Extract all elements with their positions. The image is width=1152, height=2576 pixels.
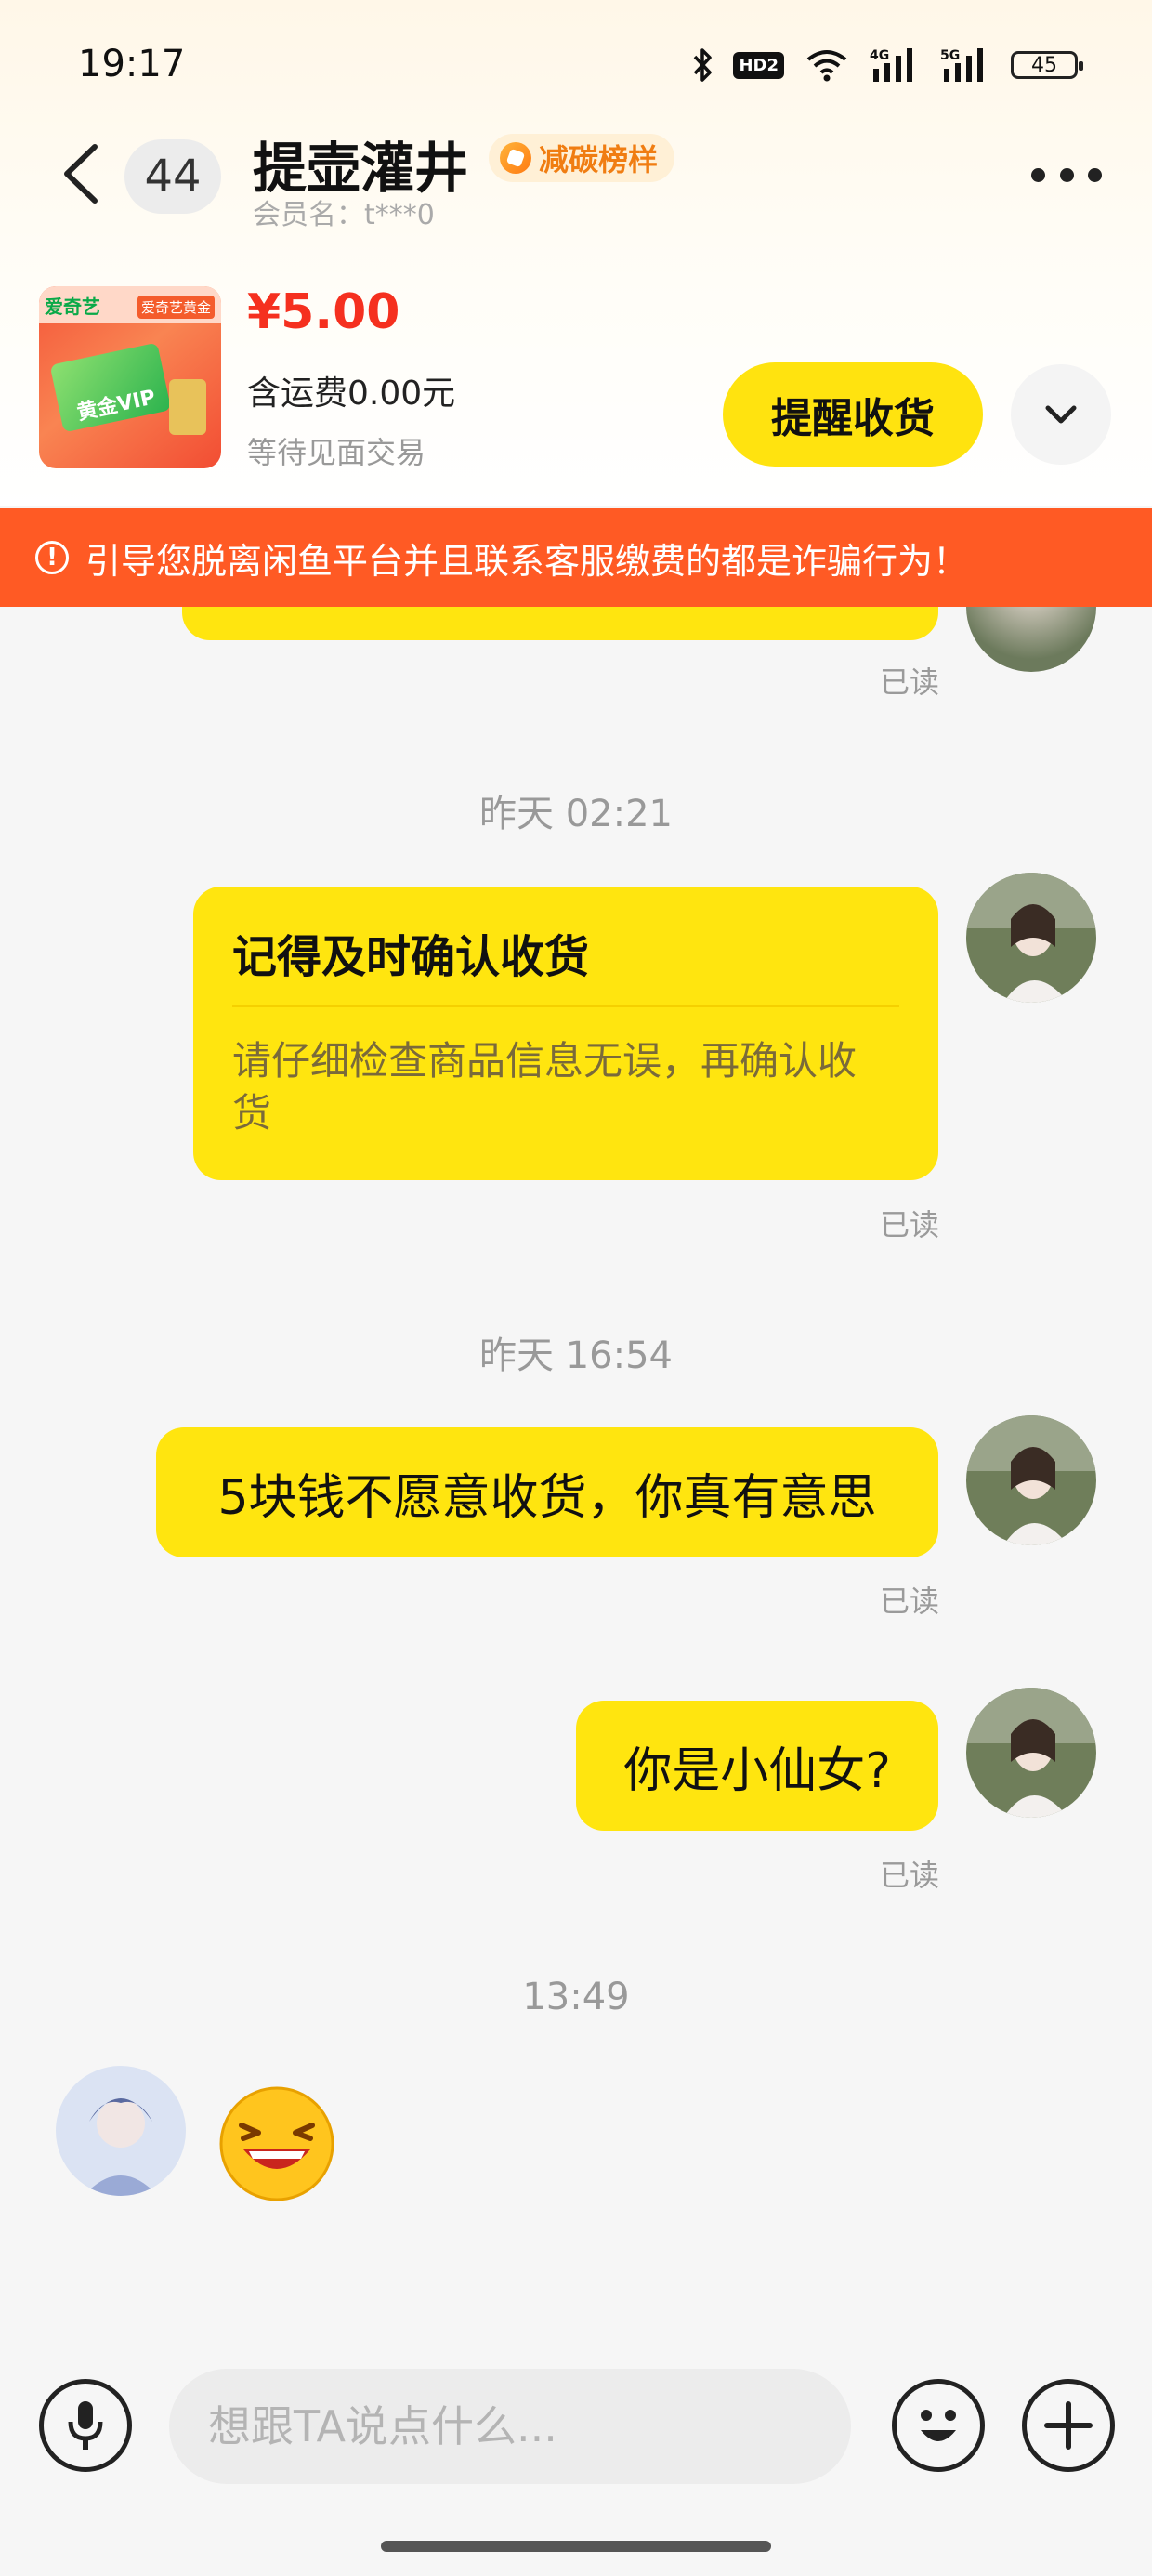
signal-4g-icon: 4G [870,46,920,84]
read-status: 已读 [879,1584,939,1619]
fraud-warning-text: 引导您脱离闲鱼平台并且联系客服缴费的都是诈骗行为！ [85,540,969,582]
timestamp: 昨天 02:21 [479,793,673,835]
read-status: 已读 [879,1207,939,1242]
unread-count-badge[interactable]: 44 [124,139,221,214]
product-price: ¥5.00 [247,284,400,340]
warning-icon: ! [35,541,69,574]
svg-text:5G: 5G [940,48,960,63]
product-shipping: 含运费0.00元 [247,375,456,413]
voice-button[interactable] [39,2379,132,2472]
chevron-down-icon [1045,405,1077,424]
fraud-warning-bar: ! 引导您脱离闲鱼平台并且联系客服缴费的都是诈骗行为！ [0,508,1152,607]
trade-status: 等待见面交易 [247,435,426,470]
plus-icon [1044,2401,1093,2450]
contact-avatar[interactable] [56,2066,186,2196]
more-actions-button[interactable] [1022,2379,1115,2472]
card-divider [232,1005,899,1007]
member-name: 会员名：t***0 [253,199,435,231]
message-text: 5块钱不愿意收货，你真有意思 [217,1469,877,1526]
svg-text:4G: 4G [870,48,889,63]
card-title: 记得及时确认收货 [232,931,590,983]
card-body: 请仔细检查商品信息无误，再确认收货 [232,1038,857,1136]
product-image-text-2: 爱奇艺黄金 [137,296,216,319]
my-avatar[interactable] [966,1415,1096,1545]
timestamp: 昨天 16:54 [479,1334,673,1377]
battery-icon: 45 [1011,51,1083,79]
my-avatar[interactable] [966,873,1096,1003]
timestamp: 13:49 [522,1976,630,2018]
hd-icon: HD2 [733,51,784,79]
read-status: 已读 [879,1858,939,1893]
message-input[interactable] [169,2369,851,2484]
message-bubble[interactable]: 你是小仙女? [576,1701,938,1831]
status-bar: 19:17 HD2 4G 5G 45 [0,0,1152,130]
laughing-emoji-icon [217,2084,336,2203]
remind-receipt-button[interactable]: 提醒收货 [723,362,983,467]
wifi-icon [805,48,849,82]
carbon-badge-label: 减碳榜样 [539,142,659,177]
my-avatar[interactable] [966,607,1096,672]
smile-icon [921,2410,956,2441]
message-text: 你是小仙女? [623,1742,891,1799]
status-icons: HD2 4G 5G 45 [692,46,1083,84]
message-bubble[interactable]: 5块钱不愿意收货，你真有意思 [156,1427,938,1557]
chat-area[interactable]: 已读 昨天 02:21 记得及时确认收货 请仔细检查商品信息无误，再确认收货 已… [0,607,1152,2354]
product-image-text-1: 爱奇艺 [45,296,100,318]
microphone-icon [68,2401,103,2450]
status-time: 19:17 [78,43,186,85]
my-avatar[interactable] [966,1688,1096,1818]
home-indicator[interactable] [381,2541,771,2552]
back-button[interactable] [54,141,110,206]
signal-5g-icon: 5G [940,46,990,84]
message-bubble-partial[interactable] [182,607,938,640]
product-thumbnail[interactable]: 爱奇艺 爱奇艺黄金 黄金VIP [39,286,221,468]
expand-order-button[interactable] [1011,364,1111,465]
battery-level: 45 [1031,53,1057,77]
bluetooth-icon [692,47,713,83]
chevron-left-icon [64,144,98,204]
confirm-receipt-card[interactable]: 记得及时确认收货 请仔细检查商品信息无误，再确认收货 [193,887,938,1180]
leaf-icon [500,142,531,174]
carbon-badge[interactable]: 减碳榜样 [489,134,675,182]
read-status: 已读 [879,664,939,700]
emoji-button[interactable] [892,2379,985,2472]
more-options-icon[interactable] [1031,156,1102,193]
